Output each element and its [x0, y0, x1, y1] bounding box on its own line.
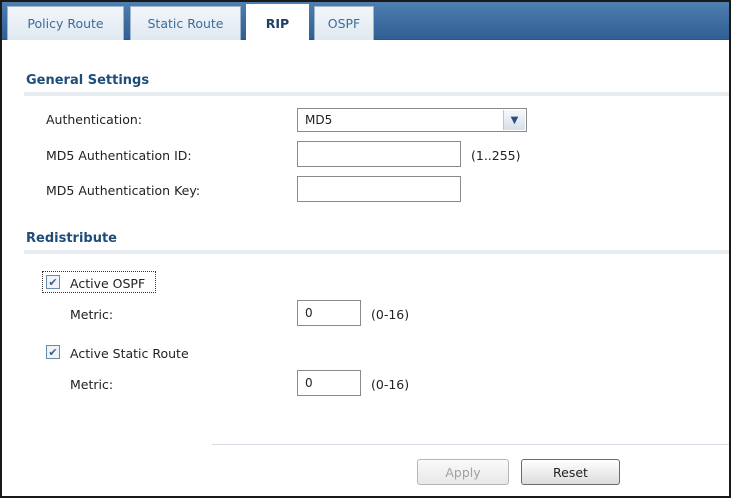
md5-id-hint: (1..255): [471, 148, 521, 163]
reset-button[interactable]: Reset: [521, 459, 620, 485]
tab-rip[interactable]: RIP: [246, 4, 309, 41]
static-metric-input[interactable]: 0: [297, 370, 361, 396]
ospf-metric-label: Metric:: [70, 307, 114, 322]
ospf-metric-hint: (0-16): [371, 307, 410, 322]
active-ospf-checkbox[interactable]: ✔: [46, 275, 60, 289]
tab-policy-route[interactable]: Policy Route: [7, 6, 124, 40]
md5-key-input[interactable]: [297, 176, 461, 202]
section-divider: [24, 92, 729, 96]
authentication-value: MD5: [305, 113, 333, 127]
md5-id-label: MD5 Authentication ID:: [46, 148, 192, 163]
active-static-route-checkbox[interactable]: ✔: [46, 345, 60, 359]
checkmark-icon: ✔: [48, 275, 58, 289]
section-divider: [24, 250, 729, 254]
md5-id-input[interactable]: [297, 141, 461, 167]
tab-static-route[interactable]: Static Route: [130, 6, 241, 40]
checkmark-icon: ✔: [48, 345, 58, 359]
redistribute-title: Redistribute: [26, 231, 117, 246]
active-static-route-label: Active Static Route: [70, 346, 189, 361]
static-metric-hint: (0-16): [371, 377, 410, 392]
chevron-down-icon[interactable]: ▼: [503, 110, 525, 130]
active-ospf-label: Active OSPF: [70, 276, 146, 291]
tab-bar: Policy Route Static Route RIP OSPF: [2, 2, 729, 41]
rip-settings-panel: Policy Route Static Route RIP OSPF Gener…: [0, 0, 731, 498]
authentication-select[interactable]: MD5 ▼: [297, 108, 527, 132]
authentication-label: Authentication:: [46, 112, 142, 127]
general-settings-title: General Settings: [26, 73, 150, 88]
ospf-metric-input[interactable]: 0: [297, 300, 361, 326]
footer-divider: [212, 444, 729, 445]
apply-button[interactable]: Apply: [417, 459, 509, 485]
md5-key-label: MD5 Authentication Key:: [46, 183, 201, 198]
static-metric-label: Metric:: [70, 377, 114, 392]
tab-ospf[interactable]: OSPF: [314, 6, 374, 40]
